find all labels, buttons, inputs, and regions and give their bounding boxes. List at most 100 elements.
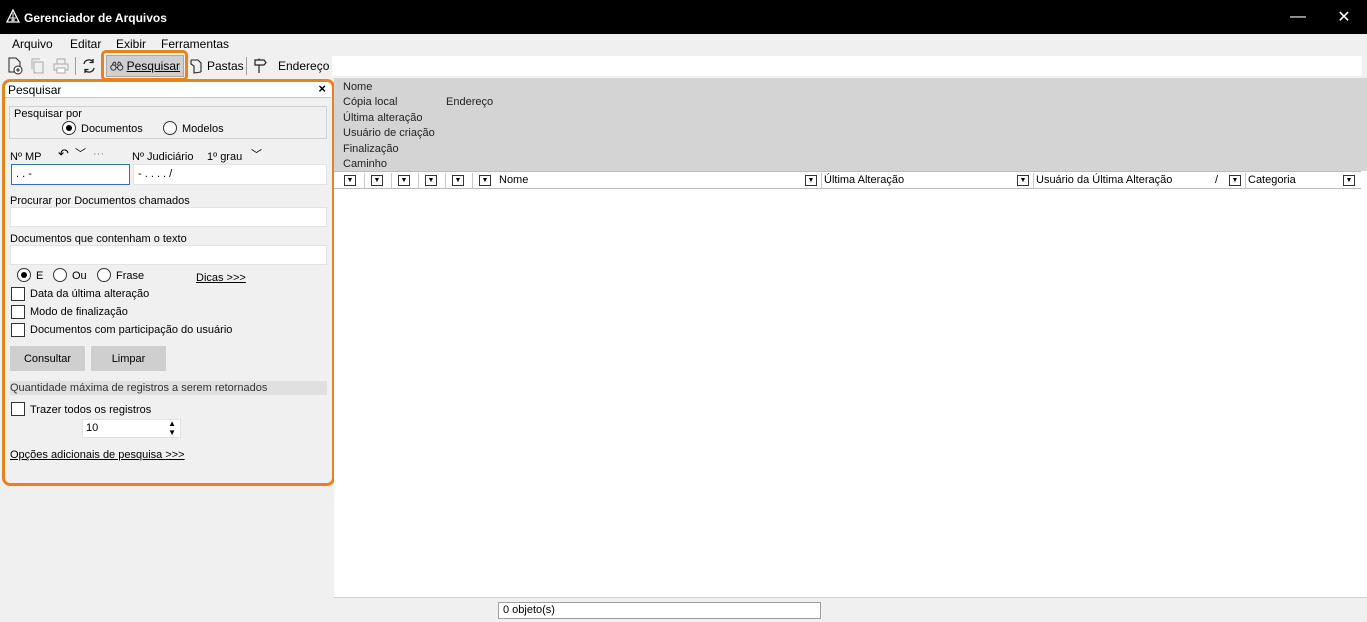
- column-filter-dropdown-icon[interactable]: ▼: [344, 175, 356, 186]
- status-bar: 0 objeto(s): [334, 597, 1367, 622]
- title-bar: Gerenciador de Arquivos — ✕: [0, 0, 1367, 34]
- toolbar-separator: [246, 57, 247, 75]
- radio-e-label: E: [36, 270, 44, 282]
- radio-modelos[interactable]: [163, 121, 177, 135]
- toolbar: Pesquisar Pastas Endereço: [0, 54, 1367, 78]
- njud-label: Nº Judiciário: [132, 151, 194, 163]
- detail-caminho: Caminho: [343, 158, 388, 170]
- detail-ultima-alteracao: Última alteração: [343, 112, 423, 124]
- menu-ferramentas[interactable]: Ferramentas: [161, 37, 229, 51]
- column-header-categoria[interactable]: Categoria: [1248, 174, 1296, 186]
- object-count: 0 objeto(s): [498, 602, 821, 619]
- checkbox-data-alteracao[interactable]: [11, 287, 25, 301]
- checkbox-participacao-label: Documentos com participação do usuário: [30, 324, 233, 336]
- details-area: Nome Cópia local Endereço Última alteraç…: [334, 78, 1367, 171]
- detail-finalizacao: Finalização: [343, 143, 399, 155]
- search-panel-title: Pesquisar: [8, 83, 62, 97]
- binoculars-icon: [110, 61, 124, 71]
- column-separator: [445, 173, 446, 188]
- pastas-button[interactable]: Pastas: [186, 55, 247, 77]
- endereco-button[interactable]: Endereço: [250, 55, 332, 77]
- address-signpost-icon: [254, 58, 267, 73]
- search-by-label: Pesquisar por: [14, 108, 82, 120]
- pastas-label: Pastas: [207, 59, 244, 73]
- column-filter-dropdown-icon[interactable]: ▼: [479, 175, 491, 186]
- column-separator: [1245, 173, 1246, 188]
- njud-input[interactable]: - . . . . /: [133, 164, 327, 185]
- address-input[interactable]: [332, 56, 1362, 76]
- nome-filter-dropdown-icon[interactable]: ▼: [805, 175, 817, 186]
- toolbar-separator: [102, 57, 103, 75]
- checkbox-participacao[interactable]: [11, 323, 25, 337]
- undo-icon[interactable]: ↶: [58, 146, 69, 162]
- menu-arquivo[interactable]: Arquivo: [12, 37, 53, 51]
- left-pane-empty: [0, 486, 334, 622]
- file-list-pane: Nome Cópia local Endereço Última alteraç…: [334, 78, 1367, 622]
- toolbar-separator: [75, 57, 76, 75]
- more-options-link[interactable]: Opções adicionais de pesquisa >>>: [10, 449, 185, 461]
- close-panel-button[interactable]: ×: [318, 81, 326, 96]
- checkbox-modo-finalizacao-label: Modo de finalização: [30, 306, 128, 318]
- max-records-spinner[interactable]: 10 ▲ ▼: [82, 419, 181, 438]
- print-icon[interactable]: [51, 56, 71, 76]
- sort-indicator: /: [1215, 174, 1219, 186]
- endereco-label: Endereço: [278, 59, 330, 73]
- radio-frase[interactable]: [97, 268, 111, 282]
- new-document-icon[interactable]: [5, 56, 25, 76]
- column-filter-dropdown-icon[interactable]: ▼: [452, 175, 464, 186]
- doc-name-input[interactable]: [10, 207, 327, 227]
- categoria-filter-dropdown-icon[interactable]: ▼: [1343, 175, 1355, 186]
- menu-editar[interactable]: Editar: [70, 37, 101, 51]
- nmp-chevron-down-icon[interactable]: ﹀: [75, 145, 86, 161]
- text-label: Documentos que contenham o texto: [10, 233, 187, 245]
- app-logo-icon: [6, 9, 20, 23]
- spinner-arrows-icon[interactable]: ▲ ▼: [168, 419, 176, 437]
- radio-frase-label: Frase: [116, 270, 145, 282]
- menu-exibir[interactable]: Exibir: [116, 37, 146, 51]
- column-separator: [364, 173, 365, 188]
- pesquisar-button[interactable]: Pesquisar: [106, 55, 184, 77]
- radio-e[interactable]: [17, 268, 31, 282]
- column-filter-dropdown-icon[interactable]: ▼: [398, 175, 410, 186]
- usuario-filter-dropdown-icon[interactable]: ▼: [1229, 175, 1241, 186]
- grau-select[interactable]: 1º grau: [207, 151, 242, 163]
- consultar-button[interactable]: Consultar: [10, 346, 85, 371]
- nmp-more-icon[interactable]: ···: [93, 148, 104, 160]
- radio-ou-label: Ou: [72, 270, 87, 282]
- column-filter-dropdown-icon[interactable]: ▼: [371, 175, 383, 186]
- detail-endereco: Endereço: [446, 96, 494, 108]
- column-filter-dropdown-icon[interactable]: ▼: [425, 175, 437, 186]
- radio-documentos[interactable]: [62, 121, 76, 135]
- close-window-button[interactable]: ✕: [1321, 0, 1367, 34]
- menu-bar: Arquivo Editar Exibir Ferramentas: [0, 34, 1367, 54]
- copy-icon[interactable]: [28, 56, 48, 76]
- column-header-usuario-ultima-alteracao[interactable]: Usuário da Última Alteração: [1036, 174, 1172, 186]
- ultima-alteracao-filter-dropdown-icon[interactable]: ▼: [1017, 175, 1029, 186]
- column-separator: [418, 173, 419, 188]
- text-input[interactable]: [10, 245, 327, 265]
- column-header-ultima-alteracao[interactable]: Última Alteração: [824, 174, 904, 186]
- max-records-label: Quantidade máxima de registros a serem r…: [10, 382, 268, 394]
- column-separator: [391, 173, 392, 188]
- max-records-value: 10: [86, 422, 99, 434]
- minimize-button[interactable]: —: [1275, 0, 1321, 34]
- radio-documentos-label: Documentos: [81, 123, 143, 135]
- folder-tree-icon: [190, 58, 202, 74]
- detail-nome: Nome: [343, 81, 373, 93]
- column-separator: [472, 173, 473, 188]
- grau-chevron-down-icon[interactable]: ﹀: [251, 146, 262, 162]
- limpar-button[interactable]: Limpar: [91, 346, 166, 371]
- window-title: Gerenciador de Arquivos: [24, 11, 167, 25]
- dicas-link[interactable]: Dicas >>>: [196, 272, 246, 284]
- search-panel: Pesquisar por Documentos Modelos Nº MP ↶…: [5, 98, 331, 483]
- detail-copia-local: Cópia local: [343, 96, 398, 108]
- nmp-input[interactable]: . . -: [11, 164, 130, 185]
- radio-ou[interactable]: [53, 268, 67, 282]
- checkbox-modo-finalizacao[interactable]: [11, 305, 25, 319]
- column-header-row: ▼ ▼ ▼ ▼ ▼ ▼ Nome ▼ Última Alteração ▼ Us…: [334, 171, 1361, 189]
- column-header-nome[interactable]: Nome: [499, 174, 528, 186]
- search-panel-header: Pesquisar ×: [5, 81, 331, 98]
- checkbox-trazer-todos[interactable]: [11, 402, 25, 416]
- refresh-icon[interactable]: [79, 56, 99, 76]
- file-list[interactable]: [334, 189, 1361, 597]
